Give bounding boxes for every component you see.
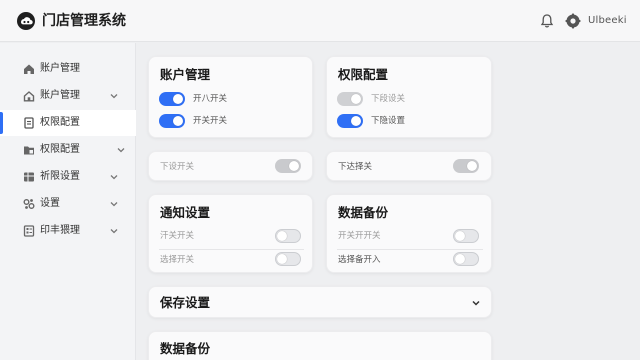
sidebar-item-account[interactable]: 账户管理 — [0, 56, 136, 82]
toggle-knob — [173, 94, 183, 104]
sidebar-item-permissions-sub[interactable]: 权限配置 — [0, 137, 136, 163]
single-setting-card-right: 下达择关 — [326, 151, 492, 181]
permissions-toggle-1[interactable] — [337, 92, 363, 106]
chevron-down-icon — [110, 94, 118, 99]
toggle-label: 汗关开关 — [160, 231, 195, 241]
toggle-knob — [467, 161, 477, 171]
toggle-knob — [351, 94, 361, 104]
cloud-logo-icon — [17, 12, 35, 30]
notification-toggle-1[interactable] — [275, 229, 301, 243]
toggle-knob — [289, 161, 299, 171]
toggle-knob — [173, 116, 183, 126]
permissions-card: 权限配置 下段设关 下隐设置 — [326, 56, 492, 138]
single-setting-card-left: 下设开关 — [148, 151, 313, 181]
sidebar-item-label: 设置 — [40, 198, 60, 209]
permissions-toggle-2[interactable] — [337, 114, 363, 128]
sidebar-item-account-sub[interactable]: 账户管理 — [0, 83, 136, 109]
sidebar-item-label: 权限配置 — [40, 144, 80, 155]
grid-icon — [24, 172, 34, 182]
card-title: 权限配置 — [338, 67, 389, 82]
sliders-icon — [23, 199, 35, 209]
home-outline-icon — [23, 91, 35, 102]
toggle-label: 开关开开关 — [338, 231, 381, 241]
toggle-knob — [455, 231, 465, 241]
save-settings-panel[interactable]: 保存设置 — [148, 286, 492, 318]
sidebar-item-label: 祈限设置 — [40, 171, 80, 182]
toggle-label: 选择备开入 — [338, 255, 381, 265]
backup-toggle-2[interactable] — [453, 252, 479, 266]
card-title: 数据备份 — [338, 205, 389, 220]
backup-card: 数据备份 开关开开关 选择备开入 — [326, 194, 492, 273]
gear-icon[interactable] — [565, 13, 581, 29]
app-title: 门店管理系统 — [42, 13, 126, 29]
toggle-label: 下隐设置 — [371, 116, 406, 126]
chevron-down-icon — [110, 175, 118, 180]
toggle-knob — [455, 254, 465, 264]
sidebar-item-label: 印丰猥理 — [40, 225, 80, 236]
toggle-label: 开八开关 — [193, 94, 228, 104]
folder-icon — [24, 146, 34, 155]
single-toggle-right[interactable] — [453, 159, 479, 173]
toggle-label: 选择开关 — [160, 255, 195, 265]
backup-toggle-1[interactable] — [453, 229, 479, 243]
list-icon — [23, 225, 35, 237]
toggle-label: 下段设关 — [371, 94, 406, 104]
panel-title: 保存设置 — [160, 295, 211, 310]
sidebar: 账户管理 账户管理 权限配置 权限配置 祈限设置 设置 印丰猥理 — [0, 43, 136, 360]
account-toggle-2[interactable] — [159, 114, 185, 128]
account-card: 账户管理 开八开关 开关开关 — [148, 56, 313, 138]
sidebar-item-settings[interactable]: 设置 — [0, 191, 136, 217]
notification-toggle-2[interactable] — [275, 252, 301, 266]
row-divider — [337, 249, 483, 250]
sidebar-item-label: 账户管理 — [40, 90, 80, 101]
home-icon — [24, 64, 34, 74]
single-toggle-left[interactable] — [275, 159, 301, 173]
toggle-label: 下设开关 — [160, 162, 195, 172]
toggle-label: 开关开关 — [193, 116, 228, 126]
bell-icon[interactable] — [539, 13, 555, 29]
backup-panel[interactable]: 数据备份 — [148, 331, 492, 360]
user-name[interactable]: Ulbeeki — [588, 13, 627, 29]
account-toggle-1[interactable] — [159, 92, 185, 106]
chevron-down-icon — [110, 202, 118, 207]
sidebar-item-limits[interactable]: 祈限设置 — [0, 164, 136, 190]
card-title: 通知设置 — [160, 205, 211, 220]
chevron-down-icon — [117, 148, 125, 153]
sidebar-item-label: 权限配置 — [40, 117, 80, 128]
chevron-down-icon[interactable] — [471, 298, 481, 308]
row-divider — [159, 249, 304, 250]
toggle-label: 下达择关 — [338, 162, 373, 172]
document-icon — [24, 117, 34, 129]
sidebar-item-records[interactable]: 印丰猥理 — [0, 218, 136, 244]
sidebar-item-permissions[interactable]: 权限配置 — [0, 110, 136, 136]
notification-card: 通知设置 汗关开关 选择开关 — [148, 194, 313, 273]
sidebar-item-label: 账户管理 — [40, 63, 80, 74]
panel-title: 数据备份 — [160, 341, 211, 356]
toggle-knob — [277, 231, 287, 241]
toggle-knob — [277, 254, 287, 264]
top-bar: 门店管理系统 Ulbeeki — [0, 0, 640, 42]
card-title: 账户管理 — [160, 67, 211, 82]
toggle-knob — [351, 116, 361, 126]
chevron-down-icon — [110, 229, 118, 234]
